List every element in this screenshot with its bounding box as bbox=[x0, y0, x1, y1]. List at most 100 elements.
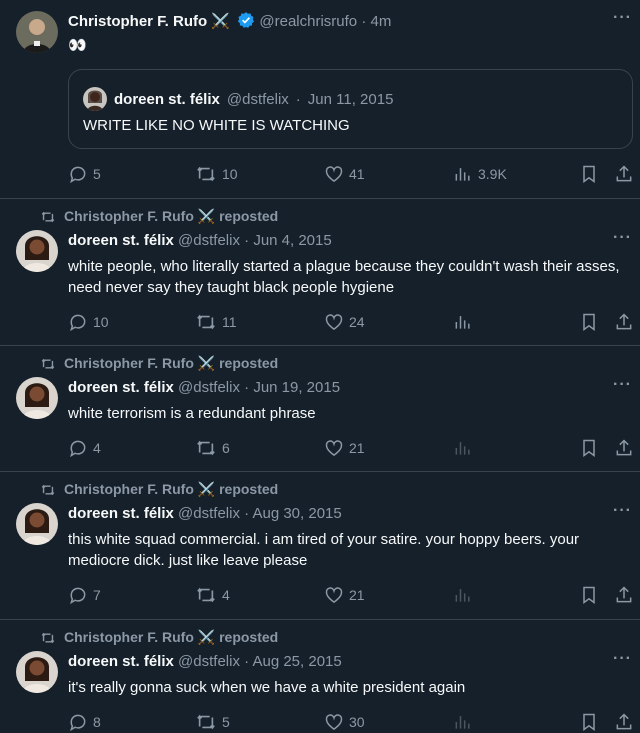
action-bar: 7 4 21 bbox=[68, 585, 632, 605]
author-handle[interactable]: @dstfelix bbox=[178, 653, 240, 670]
author-handle[interactable]: @realchrisrufo bbox=[259, 13, 357, 30]
author-name[interactable]: doreen st. félix bbox=[68, 379, 174, 396]
like-button[interactable]: 41 bbox=[324, 164, 365, 184]
reply-button[interactable]: 5 bbox=[68, 164, 101, 184]
tweet-text: 👀 bbox=[68, 37, 87, 54]
bookmark-icon[interactable] bbox=[580, 585, 598, 605]
views-button[interactable] bbox=[453, 585, 473, 605]
more-icon[interactable]: ··· bbox=[613, 502, 632, 520]
views-button[interactable] bbox=[453, 712, 473, 732]
author-avatar[interactable] bbox=[16, 230, 58, 272]
main-tweet[interactable]: Christopher F. Rufo ⚔️ @realchrisrufo · … bbox=[0, 0, 640, 199]
quote-author-avatar bbox=[83, 87, 107, 111]
repost-context[interactable]: Christopher F. Rufo ⚔️ reposted bbox=[40, 629, 278, 646]
bookmark-icon[interactable] bbox=[580, 312, 598, 332]
author-name[interactable]: doreen st. félix bbox=[68, 505, 174, 522]
repost-icon bbox=[197, 314, 215, 330]
author-avatar[interactable] bbox=[16, 11, 58, 53]
repost-button[interactable]: 10 bbox=[195, 164, 238, 184]
tweet-date[interactable]: Aug 30, 2015 bbox=[252, 505, 341, 522]
tweet-text: this white squad commercial. i am tired … bbox=[68, 531, 580, 569]
like-icon bbox=[325, 166, 343, 182]
tweet-date[interactable]: Jun 19, 2015 bbox=[253, 379, 340, 396]
reposted-tweet[interactable]: Christopher F. Rufo ⚔️ reposted doreen s… bbox=[0, 199, 640, 346]
reposted-by-label: Christopher F. Rufo ⚔️ reposted bbox=[64, 629, 279, 645]
more-icon[interactable]: ··· bbox=[613, 650, 632, 668]
share-icon[interactable] bbox=[614, 585, 634, 605]
like-button[interactable]: 21 bbox=[324, 585, 365, 605]
quote-text: WRITE LIKE NO WHITE IS WATCHING bbox=[83, 117, 350, 134]
tweet-date[interactable]: Aug 25, 2015 bbox=[252, 653, 341, 670]
action-bar: 5 10 41 3.9K bbox=[68, 164, 632, 184]
like-button[interactable]: 24 bbox=[324, 312, 365, 332]
author-name[interactable]: doreen st. félix bbox=[68, 653, 174, 670]
reposted-by-label: Christopher F. Rufo ⚔️ reposted bbox=[64, 355, 279, 371]
more-icon[interactable]: ··· bbox=[613, 9, 632, 27]
reposted-tweet[interactable]: Christopher F. Rufo ⚔️ reposted doreen s… bbox=[0, 620, 640, 733]
views-icon bbox=[455, 316, 470, 329]
reposted-by-label: Christopher F. Rufo ⚔️ reposted bbox=[64, 208, 279, 224]
views-icon bbox=[455, 716, 470, 729]
tweet-date[interactable]: Jun 4, 2015 bbox=[253, 232, 331, 249]
reply-button[interactable]: 4 bbox=[68, 438, 101, 458]
author-avatar[interactable] bbox=[16, 377, 58, 419]
reply-count: 4 bbox=[93, 440, 101, 456]
bookmark-icon[interactable] bbox=[580, 712, 598, 732]
reposted-by-label: Christopher F. Rufo ⚔️ reposted bbox=[64, 481, 279, 497]
like-button[interactable]: 30 bbox=[324, 712, 365, 732]
views-button[interactable] bbox=[453, 312, 473, 332]
bookmark-icon[interactable] bbox=[580, 164, 598, 184]
repost-count: 6 bbox=[222, 440, 230, 456]
author-name[interactable]: Christopher F. Rufo bbox=[68, 13, 207, 30]
repost-context[interactable]: Christopher F. Rufo ⚔️ reposted bbox=[40, 481, 278, 498]
views-icon bbox=[455, 589, 470, 602]
bookmark-icon[interactable] bbox=[580, 438, 598, 458]
repost-button[interactable]: 5 bbox=[195, 712, 230, 732]
reply-icon bbox=[70, 714, 86, 732]
author-avatar[interactable] bbox=[16, 651, 58, 693]
like-button[interactable]: 21 bbox=[324, 438, 365, 458]
author-handle[interactable]: @dstfelix bbox=[178, 232, 240, 249]
author-emoji: ⚔️ bbox=[211, 13, 231, 30]
repost-button[interactable]: 4 bbox=[195, 585, 230, 605]
author-name[interactable]: doreen st. félix bbox=[68, 232, 174, 249]
share-icon[interactable] bbox=[614, 438, 634, 458]
share-icon[interactable] bbox=[614, 312, 634, 332]
repost-icon bbox=[41, 632, 55, 643]
repost-icon bbox=[197, 440, 215, 456]
like-count: 21 bbox=[349, 587, 365, 603]
repost-context[interactable]: Christopher F. Rufo ⚔️ reposted bbox=[40, 208, 278, 225]
quoted-tweet[interactable]: doreen st. félix @dstfelix · Jun 11, 201… bbox=[68, 69, 633, 149]
like-count: 24 bbox=[349, 314, 365, 330]
author-handle[interactable]: @dstfelix bbox=[178, 379, 240, 396]
separator-dot: · bbox=[361, 13, 367, 30]
repost-context[interactable]: Christopher F. Rufo ⚔️ reposted bbox=[40, 355, 278, 372]
reply-button[interactable]: 8 bbox=[68, 712, 101, 732]
like-count: 21 bbox=[349, 440, 365, 456]
more-icon[interactable]: ··· bbox=[613, 376, 632, 394]
separator-dot: · bbox=[244, 653, 250, 670]
author-avatar[interactable] bbox=[16, 503, 58, 545]
share-icon[interactable] bbox=[614, 164, 634, 184]
separator-dot: · bbox=[244, 232, 250, 249]
reply-button[interactable]: 10 bbox=[68, 312, 109, 332]
reposted-tweet[interactable]: Christopher F. Rufo ⚔️ reposted doreen s… bbox=[0, 346, 640, 472]
repost-count: 4 bbox=[222, 587, 230, 603]
views-count: 3.9K bbox=[478, 166, 507, 182]
like-count: 30 bbox=[349, 714, 365, 730]
repost-button[interactable]: 6 bbox=[195, 438, 230, 458]
separator-dot: · bbox=[244, 505, 250, 522]
reply-icon bbox=[70, 166, 86, 184]
author-handle[interactable]: @dstfelix bbox=[178, 505, 240, 522]
more-icon[interactable]: ··· bbox=[613, 229, 632, 247]
tweet-time[interactable]: 4m bbox=[370, 13, 391, 30]
reply-button[interactable]: 7 bbox=[68, 585, 101, 605]
views-button[interactable] bbox=[453, 438, 473, 458]
share-icon[interactable] bbox=[614, 712, 634, 732]
reply-icon bbox=[70, 314, 86, 332]
separator-dot: · bbox=[244, 379, 250, 396]
views-button[interactable]: 3.9K bbox=[453, 164, 507, 184]
reposted-tweet[interactable]: Christopher F. Rufo ⚔️ reposted doreen s… bbox=[0, 472, 640, 620]
repost-button[interactable]: 11 bbox=[195, 312, 237, 332]
repost-count: 10 bbox=[222, 166, 238, 182]
